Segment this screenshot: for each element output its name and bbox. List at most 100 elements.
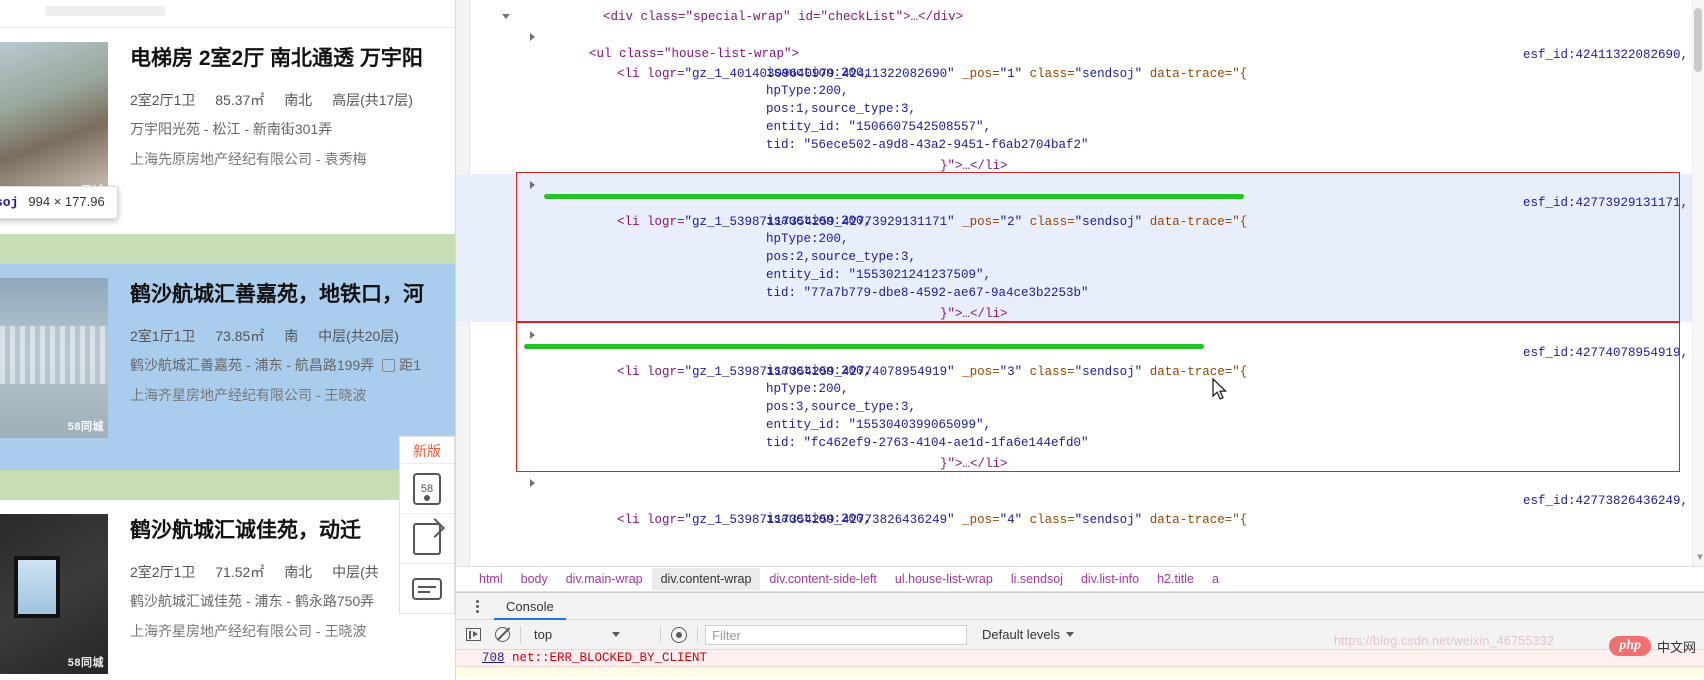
watermark-url: https://blog.csdn.net/weixin_46755332 (1334, 634, 1554, 648)
listing-title[interactable]: 鹤沙航城汇善嘉苑，地铁口，河 (130, 280, 455, 310)
breadcrumb-item-content-wrap[interactable]: div.content-wrap (652, 568, 761, 590)
dom-node-close: }">…</li> (940, 157, 1008, 175)
listing-address[interactable]: 万宇阳光苑 - 松江 - 新南街301弄 (130, 114, 455, 144)
toolbar-divider (660, 626, 661, 643)
58-app-icon: 58 (413, 473, 441, 505)
breadcrumb-item-sendsoj[interactable]: li.sendsoj (1002, 568, 1072, 590)
spec-floor: 中层(共 (332, 564, 379, 580)
dom-node-close: }">…</li> (940, 455, 1008, 473)
dom-trace-line: pos:2,source_type:3, (766, 248, 916, 266)
scrollbar-thumb[interactable] (1694, 8, 1702, 72)
contact-card-icon (412, 578, 442, 600)
listing-info: 鹤沙航城汇善嘉苑，地铁口，河 2室1厅1卫 73.85㎡ 南 中层(共20层) … (130, 278, 455, 456)
list-item[interactable]: 58同城 鹤沙航城汇诚佳苑，动迁 2室2厅1卫 71.52㎡ 南北 中层(共 鹤… (0, 500, 455, 680)
scroll-down-arrow-icon[interactable]: ▼ (1697, 553, 1703, 564)
spec-floor: 高层(共17层) (332, 92, 413, 108)
thumbnail-art (14, 556, 60, 618)
side-toolbar-feedback-button[interactable] (400, 513, 454, 563)
feedback-pen-icon (413, 523, 441, 555)
dom-trace-line: hpType:200, (766, 230, 849, 248)
spec-orientation: 南 (284, 328, 298, 344)
tab-console[interactable]: Console (494, 593, 566, 620)
dom-node-li[interactable]: <li logr="gz_1_53987117354259_4277407895… (542, 326, 1247, 400)
toolbar-divider (520, 626, 521, 643)
badge-58: 58同城 (68, 418, 104, 434)
dom-esf-id: esf_id:42773826436249, (1523, 492, 1688, 510)
tree-scrollbar[interactable]: ▼ (1692, 0, 1704, 566)
dom-trace-line: isauction:200, (766, 510, 871, 528)
chevron-right-icon[interactable] (530, 33, 535, 41)
watermark-php: php 中文网 (1609, 636, 1696, 656)
browser-viewport[interactable]: 58同城 电梯房 2室2厅 南北通透 万宇阳 2室2厅1卫 85.37㎡ 南北 … (0, 0, 456, 680)
breadcrumb-item-content-side-left[interactable]: div.content-side-left (760, 568, 885, 590)
live-expression-eye-icon[interactable] (668, 624, 690, 646)
breadcrumb[interactable]: html body div.main-wrap div.content-wrap… (456, 566, 1704, 592)
listing-info: 电梯房 2室2厅 南北通透 万宇阳 2室2厅1卫 85.37㎡ 南北 高层(共1… (130, 42, 455, 220)
clear-console-icon[interactable] (491, 624, 513, 646)
spec-floor: 中层(共20层) (318, 328, 399, 344)
chevron-down-icon[interactable] (502, 14, 510, 19)
new-version-label[interactable]: 新版 (400, 437, 454, 463)
context-selector[interactable]: top (528, 627, 653, 642)
dom-esf-id: esf_id:42774078954919, (1523, 344, 1688, 362)
breadcrumb-item-house-list-wrap[interactable]: ul.house-list-wrap (886, 568, 1002, 590)
execution-context-icon[interactable] (462, 624, 484, 646)
more-options-icon[interactable] (468, 600, 486, 613)
list-item[interactable]: 58同城 鹤沙航城汇善嘉苑，地铁口，河 2室1厅1卫 73.85㎡ 南 中层(共… (0, 264, 455, 470)
cursor-arrow-icon (1212, 378, 1228, 402)
console-error-source[interactable]: 708 (482, 651, 505, 665)
listing-specs: 2室1厅1卫 73.85㎡ 南 中层(共20层) (130, 322, 455, 350)
chevron-right-icon[interactable] (530, 479, 535, 487)
inspect-size-tooltip: soj 994 × 177.96 (0, 186, 118, 219)
breadcrumb-item-a[interactable]: a (1203, 568, 1228, 590)
context-selector-value: top (534, 627, 552, 642)
thumbnail-art (0, 326, 108, 384)
spec-area: 71.52㎡ (215, 564, 264, 580)
listing-thumbnail[interactable]: 58同城 (0, 278, 108, 438)
annotation-underline-item3 (524, 344, 1204, 349)
side-toolbar-app-button[interactable]: 58 (400, 463, 454, 513)
listing-agent: 上海齐星房地产经纪有限公司 - 王晓波 (130, 380, 455, 410)
toolbar-divider (697, 626, 698, 643)
console-messages[interactable]: 708 net::ERR_BLOCKED_BY_CLIENT (456, 650, 1704, 680)
dom-esf-id: esf_id:42411322082690, (1523, 46, 1688, 64)
log-levels-selector[interactable]: Default levels (982, 627, 1074, 642)
log-levels-label: Default levels (982, 627, 1060, 642)
breadcrumb-item-body[interactable]: body (512, 568, 557, 590)
listing-thumbnail[interactable]: 58同城 (0, 42, 108, 202)
dom-trace-line: tid: "56ece502-a9d8-43a2-9451-f6ab2704ba… (766, 136, 1089, 154)
page-top-strip (0, 6, 455, 28)
console-error-row[interactable]: 708 net::ERR_BLOCKED_BY_CLIENT (456, 650, 1704, 667)
spec-rooms: 2室2厅1卫 (130, 564, 195, 580)
breadcrumb-item-list-info[interactable]: div.list-info (1072, 568, 1148, 590)
dom-trace-line: hpType:200, (766, 380, 849, 398)
listing-agent: 上海先原房地产经纪有限公司 - 袁秀梅 (130, 144, 455, 174)
dom-node-li[interactable]: <li logr="gz_1_53987117354259_4277392913… (542, 176, 1247, 250)
dom-trace-line: tid: "77a7b779-dbe8-4592-ae67-9a4ce3b225… (766, 284, 1089, 302)
listing-title[interactable]: 电梯房 2室2厅 南北通透 万宇阳 (130, 44, 455, 74)
listing-specs: 2室2厅1卫 85.37㎡ 南北 高层(共17层) (130, 86, 455, 114)
dom-node-li[interactable]: <li logr="gz_1_53987117354259_4277382643… (542, 474, 1247, 548)
breadcrumb-item-main-wrap[interactable]: div.main-wrap (557, 568, 652, 590)
side-toolbar-contact-button[interactable] (400, 563, 454, 613)
drawer-tabbar[interactable]: Console (456, 593, 1704, 620)
console-warning-row[interactable] (456, 667, 1704, 677)
devtools-panel[interactable]: <div class="special-wrap" id="checkList"… (456, 0, 1704, 680)
dom-node-close: }">…</li> (940, 305, 1008, 323)
listing-thumbnail[interactable]: 58同城 (0, 514, 108, 674)
breadcrumb-item-html[interactable]: html (470, 568, 512, 590)
elements-tree-pane[interactable]: <div class="special-wrap" id="checkList"… (456, 0, 1704, 566)
chevron-right-icon[interactable] (530, 181, 535, 189)
console-filter-input[interactable]: Filter (705, 625, 967, 645)
dom-node-li[interactable]: <li logr="gz_1_40140309640979_4241132208… (542, 28, 1247, 102)
chevron-down-icon (612, 632, 620, 637)
php-logo: php (1609, 636, 1651, 656)
highlight-band-top (0, 234, 455, 264)
floating-side-toolbar[interactable]: 新版 58 (399, 436, 455, 614)
dom-trace-line: isauction:200, (766, 64, 871, 82)
breadcrumb-item-h2-title[interactable]: h2.title (1148, 568, 1203, 590)
dom-trace-line: tid: "fc462ef9-2763-4104-ae1d-1fa6e144ef… (766, 434, 1089, 452)
chevron-right-icon[interactable] (530, 331, 535, 339)
listing-address[interactable]: 鹤沙航城汇善嘉苑 - 浦东 - 航昌路199弄距1 (130, 350, 455, 380)
listing-agent: 上海齐星房地产经纪有限公司 - 王晓波 (130, 616, 455, 646)
